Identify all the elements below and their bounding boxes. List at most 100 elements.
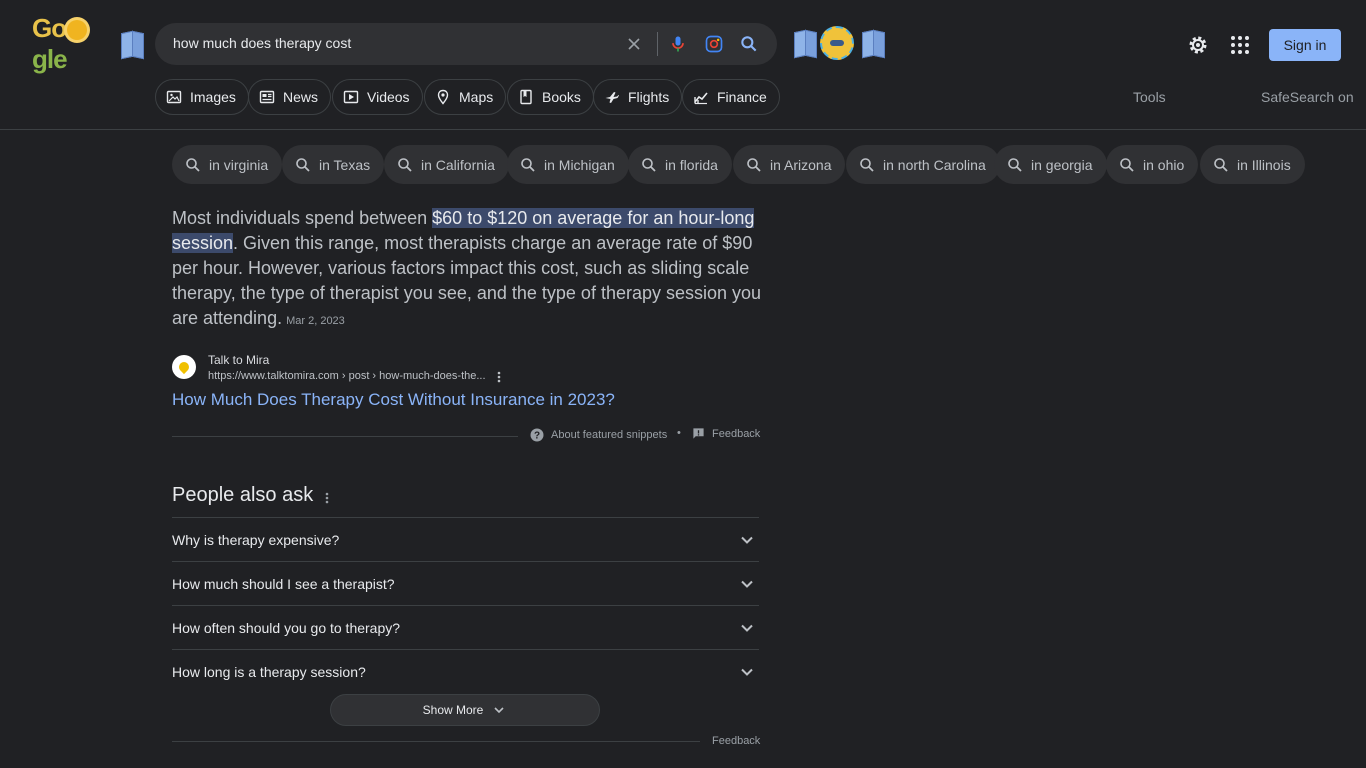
search-icon[interactable]: [739, 34, 759, 54]
related-chip[interactable]: in ohio: [1106, 145, 1199, 184]
tab-images[interactable]: Images: [155, 79, 249, 115]
chevron-down-icon: [741, 668, 753, 676]
related-chip[interactable]: in California: [384, 145, 509, 184]
search-icon: [1120, 157, 1134, 172]
featured-snippet-text: Most individuals spend between $60 to $1…: [172, 206, 762, 334]
tools-button[interactable]: Tools: [1133, 89, 1166, 105]
more-options-icon[interactable]: [493, 370, 505, 384]
paa-question[interactable]: How often should you go to therapy?: [172, 605, 759, 649]
tab-flights[interactable]: Flights: [593, 79, 683, 115]
about-label: About featured snippets: [551, 429, 668, 441]
feedback-icon: [693, 428, 704, 439]
search-box[interactable]: how much does therapy cost: [155, 23, 777, 65]
paa-feedback-link[interactable]: Feedback: [712, 735, 760, 747]
tab-label: Images: [190, 89, 236, 105]
snippet-feedback-link[interactable]: Feedback: [692, 427, 760, 440]
tab-news[interactable]: News: [248, 79, 332, 115]
related-chip[interactable]: in north Carolina: [846, 145, 1000, 184]
separator-dot: •: [677, 427, 681, 439]
search-icon: [1008, 157, 1022, 172]
paa-question[interactable]: How much should I see a therapist?: [172, 561, 759, 605]
search-icon: [296, 157, 310, 172]
safesearch-status[interactable]: SafeSearch on: [1261, 89, 1354, 105]
more-options-icon[interactable]: [322, 491, 332, 505]
tab-finance[interactable]: Finance: [682, 79, 780, 115]
paa-question[interactable]: Why is therapy expensive?: [172, 517, 759, 561]
chip-label: in north Carolina: [883, 156, 986, 173]
svg-text:?: ?: [534, 431, 540, 442]
tab-books[interactable]: Books: [507, 79, 594, 115]
lens-icon[interactable]: [704, 34, 724, 54]
about-featured-snippets-link[interactable]: ? About featured snippets: [530, 428, 667, 442]
chip-label: in georgia: [1031, 156, 1093, 173]
paa-question[interactable]: How long is a therapy session?: [172, 649, 759, 693]
search-icon: [860, 157, 874, 172]
related-chip[interactable]: in Texas: [282, 145, 385, 184]
result-source[interactable]: Talk to Mira https://www.talktomira.com …: [172, 353, 512, 387]
logo-wordmark: Gogle: [32, 13, 117, 75]
chip-label: in ohio: [1143, 156, 1185, 173]
sign-in-button[interactable]: Sign in: [1269, 29, 1341, 61]
gear-icon[interactable]: [1186, 33, 1210, 57]
search-icon: [398, 157, 412, 172]
source-name: Talk to Mira: [208, 353, 270, 367]
search-icon: [642, 157, 656, 172]
chevron-down-icon: [741, 536, 753, 544]
site-favicon-icon: [172, 355, 196, 379]
show-more-button[interactable]: Show More: [330, 694, 600, 726]
result-title-link[interactable]: How Much Does Therapy Cost Without Insur…: [172, 390, 615, 410]
chip-label: in Michigan: [544, 156, 615, 173]
tab-videos[interactable]: Videos: [332, 79, 423, 115]
snippet-text: . Given this range, most therapists char…: [172, 233, 762, 328]
divider: [172, 741, 700, 742]
chip-label: in Arizona: [770, 156, 832, 173]
header: Gogle how much does therapy cost Sign in…: [0, 0, 1366, 130]
search-divider: [657, 32, 658, 56]
related-chip[interactable]: in Michigan: [507, 145, 629, 184]
question-text: How often should you go to therapy?: [172, 619, 401, 636]
search-icon: [1214, 157, 1228, 172]
feedback-label: Feedback: [712, 427, 761, 440]
sun-doodle-icon: [820, 26, 854, 60]
people-also-ask-list: Why is therapy expensive? How much shoul…: [172, 517, 759, 693]
clear-icon[interactable]: [624, 34, 644, 54]
related-chip[interactable]: in virginia: [172, 145, 283, 184]
chip-label: in Texas: [319, 156, 371, 173]
google-logo[interactable]: Gogle: [32, 13, 142, 74]
tab-maps[interactable]: Maps: [424, 79, 507, 115]
video-icon: [343, 90, 359, 104]
tab-label: Finance: [717, 89, 767, 105]
plane-icon: [605, 92, 619, 103]
map-pin-icon: [437, 89, 449, 105]
related-chip[interactable]: in Arizona: [733, 145, 846, 184]
snippet-text: Most individuals spend between: [172, 208, 433, 228]
chip-label: in California: [421, 156, 495, 173]
show-more-label: Show More: [422, 703, 484, 717]
book-doodle-icon: [121, 30, 142, 58]
related-chip[interactable]: in florida: [628, 145, 732, 184]
divider: [172, 436, 518, 437]
chip-label: in Illinois: [1237, 156, 1291, 173]
chip-label: in florida: [665, 156, 718, 173]
snippet-date: Mar 2, 2023: [286, 315, 345, 327]
question-text: Why is therapy expensive?: [172, 531, 340, 548]
finance-icon: [694, 92, 708, 105]
chevron-down-icon: [741, 624, 753, 632]
search-input[interactable]: how much does therapy cost: [173, 35, 351, 51]
book-doodle-icon: [794, 29, 816, 57]
source-url: https://www.talktomira.com › post › how-…: [208, 370, 486, 382]
chevron-down-icon: [494, 707, 504, 714]
mic-icon[interactable]: [668, 34, 688, 54]
sun-doodle-icon: [67, 20, 88, 40]
news-icon: [259, 90, 275, 104]
question-text: How long is a therapy session?: [172, 663, 366, 680]
book-icon: [520, 89, 532, 105]
related-chip[interactable]: in Illinois: [1200, 145, 1305, 184]
tab-label: Maps: [459, 89, 494, 105]
related-chip[interactable]: in georgia: [994, 145, 1107, 184]
apps-grid-icon[interactable]: [1228, 33, 1252, 57]
doodle-decoration[interactable]: [790, 20, 892, 66]
image-icon: [166, 90, 182, 104]
tab-label: News: [283, 89, 319, 105]
book-doodle-icon: [862, 29, 884, 57]
